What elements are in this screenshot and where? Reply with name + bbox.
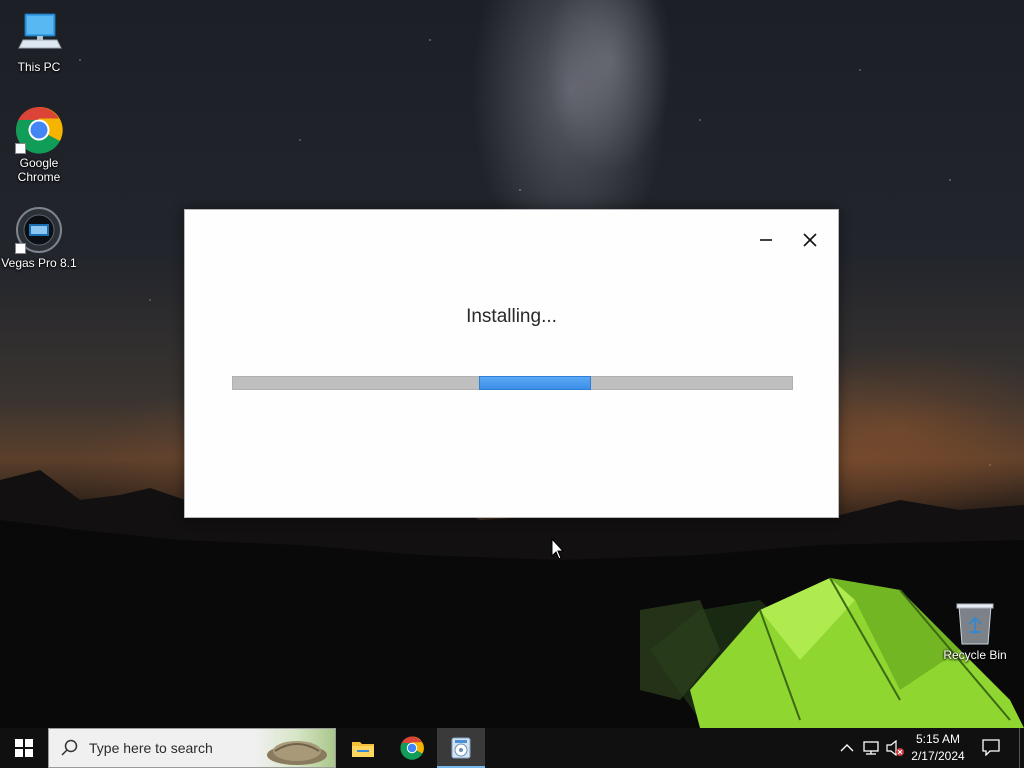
taskbar-clock[interactable]: 5:15 AM 2/17/2024	[902, 731, 974, 765]
show-hidden-icons-button[interactable]	[838, 740, 856, 756]
desktop-icon-this-pc[interactable]: This PC	[1, 10, 77, 74]
desktop-icon-label: Recycle Bin	[943, 648, 1007, 662]
installer-window: Installing...	[184, 209, 839, 518]
shortcut-arrow-icon	[15, 243, 26, 254]
close-button[interactable]	[795, 226, 825, 254]
install-status-text: Installing...	[466, 306, 557, 327]
vegas-pro-icon	[15, 206, 63, 254]
minimize-icon	[760, 239, 772, 241]
search-icon	[61, 739, 78, 756]
install-progress-bar	[232, 376, 793, 390]
action-center-button[interactable]	[982, 739, 1000, 756]
start-button[interactable]	[0, 728, 48, 768]
chevron-up-icon	[840, 744, 854, 752]
taskbar-installer[interactable]	[437, 728, 485, 768]
this-pc-icon	[15, 10, 63, 58]
chrome-icon	[15, 106, 63, 154]
mouse-cursor-icon	[551, 538, 565, 560]
taskbar-search-box[interactable]: Type here to search	[48, 728, 336, 768]
taskbar-file-explorer[interactable]	[340, 728, 386, 768]
installer-icon	[451, 737, 471, 759]
recycle-bin-icon	[955, 602, 995, 646]
taskbar-chrome[interactable]	[389, 728, 435, 768]
notification-icon	[982, 739, 1000, 756]
desktop-icon-recycle-bin[interactable]: Recycle Bin	[937, 602, 1013, 662]
taskbar: Type here to search 5:15 AM 2/17/2024	[0, 728, 1024, 768]
search-placeholder: Type here to search	[89, 740, 213, 756]
network-button[interactable]	[862, 740, 880, 756]
desktop-icon-label: This PC	[17, 60, 61, 74]
clock-time: 5:15 AM	[915, 732, 961, 746]
close-icon	[803, 233, 817, 247]
desktop-icon-label: Vegas Pro 8.1	[1, 256, 77, 270]
desktop-background: This PC Google Chrome Vegas Pro 8.1 Recy…	[0, 0, 1024, 728]
shortcut-arrow-icon	[15, 143, 26, 154]
minimize-button[interactable]	[751, 226, 781, 254]
network-icon	[863, 741, 879, 755]
desktop-icon-google-chrome[interactable]: Google Chrome	[1, 106, 77, 184]
show-desktop-button[interactable]	[1019, 728, 1024, 768]
search-highlight-illustration	[255, 729, 335, 767]
clock-date: 2/17/2024	[911, 749, 965, 763]
desktop-icon-vegas-pro[interactable]: Vegas Pro 8.1	[1, 206, 77, 270]
progress-marquee	[479, 376, 591, 390]
chrome-icon	[400, 736, 424, 760]
windows-logo-icon	[15, 739, 33, 757]
desktop-icon-label: Google Chrome	[17, 156, 61, 184]
file-explorer-icon	[352, 742, 374, 757]
